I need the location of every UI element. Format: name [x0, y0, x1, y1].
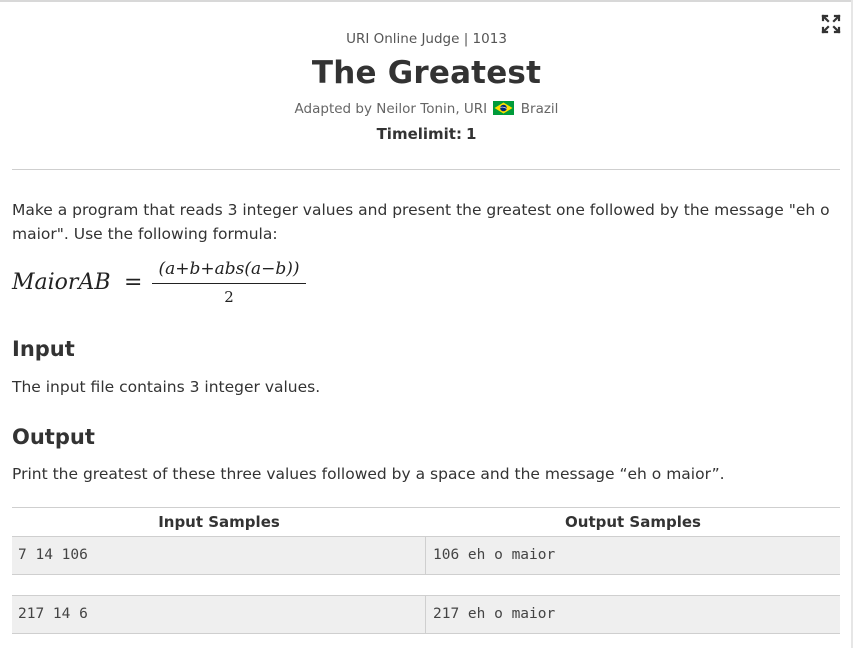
sample-input-cell[interactable]: 7 14 106: [12, 537, 425, 574]
formula-fraction: (a+b+abs(a−b)) 2: [152, 256, 306, 308]
formula-lhs: MaiorAB: [12, 270, 111, 295]
samples-table: Input Samples Output Samples 7 14 106 10…: [12, 507, 840, 634]
problem-description: Make a program that reads 3 integer valu…: [12, 201, 830, 243]
sample-gap: [12, 575, 840, 595]
output-samples-header: Output Samples: [565, 513, 701, 531]
sample-output-cell[interactable]: 106 eh o maior: [425, 537, 840, 574]
sample-input-cell[interactable]: 217 14 6: [12, 596, 425, 633]
input-description: The input file contains 3 integer values…: [12, 378, 321, 396]
output-description: Print the greatest of these three values…: [12, 465, 725, 483]
sample-row: 7 14 106 106 eh o maior: [12, 536, 840, 575]
timelimit-value: 1: [465, 125, 477, 143]
author-text: Adapted by Neilor Tonin, URI: [294, 101, 488, 117]
formula-numerator: (a+b+abs(a−b)): [158, 259, 300, 279]
input-heading: Input: [12, 337, 75, 361]
country-label: Brazil: [520, 101, 559, 117]
input-samples-header: Input Samples: [158, 513, 280, 531]
sample-output-cell[interactable]: 217 eh o maior: [425, 596, 840, 633]
breadcrumb: URI Online Judge | 1013: [346, 31, 507, 47]
formula-equals: =: [124, 270, 143, 295]
formula-denominator: 2: [224, 288, 234, 306]
fraction-bar: [152, 283, 306, 284]
output-heading: Output: [12, 425, 95, 449]
timelimit: Timelimit: 1: [0, 125, 853, 143]
timelimit-label: Timelimit:: [376, 125, 462, 143]
page-title: The Greatest: [311, 55, 542, 91]
window-top-border: [0, 0, 853, 2]
sample-row: 217 14 6 217 eh o maior: [12, 595, 840, 634]
author-line: Adapted by Neilor Tonin, URI Brazil: [0, 101, 853, 117]
brazil-flag-icon: [493, 101, 515, 115]
samples-header-row: Input Samples Output Samples: [12, 507, 840, 536]
header-divider: [12, 169, 840, 170]
